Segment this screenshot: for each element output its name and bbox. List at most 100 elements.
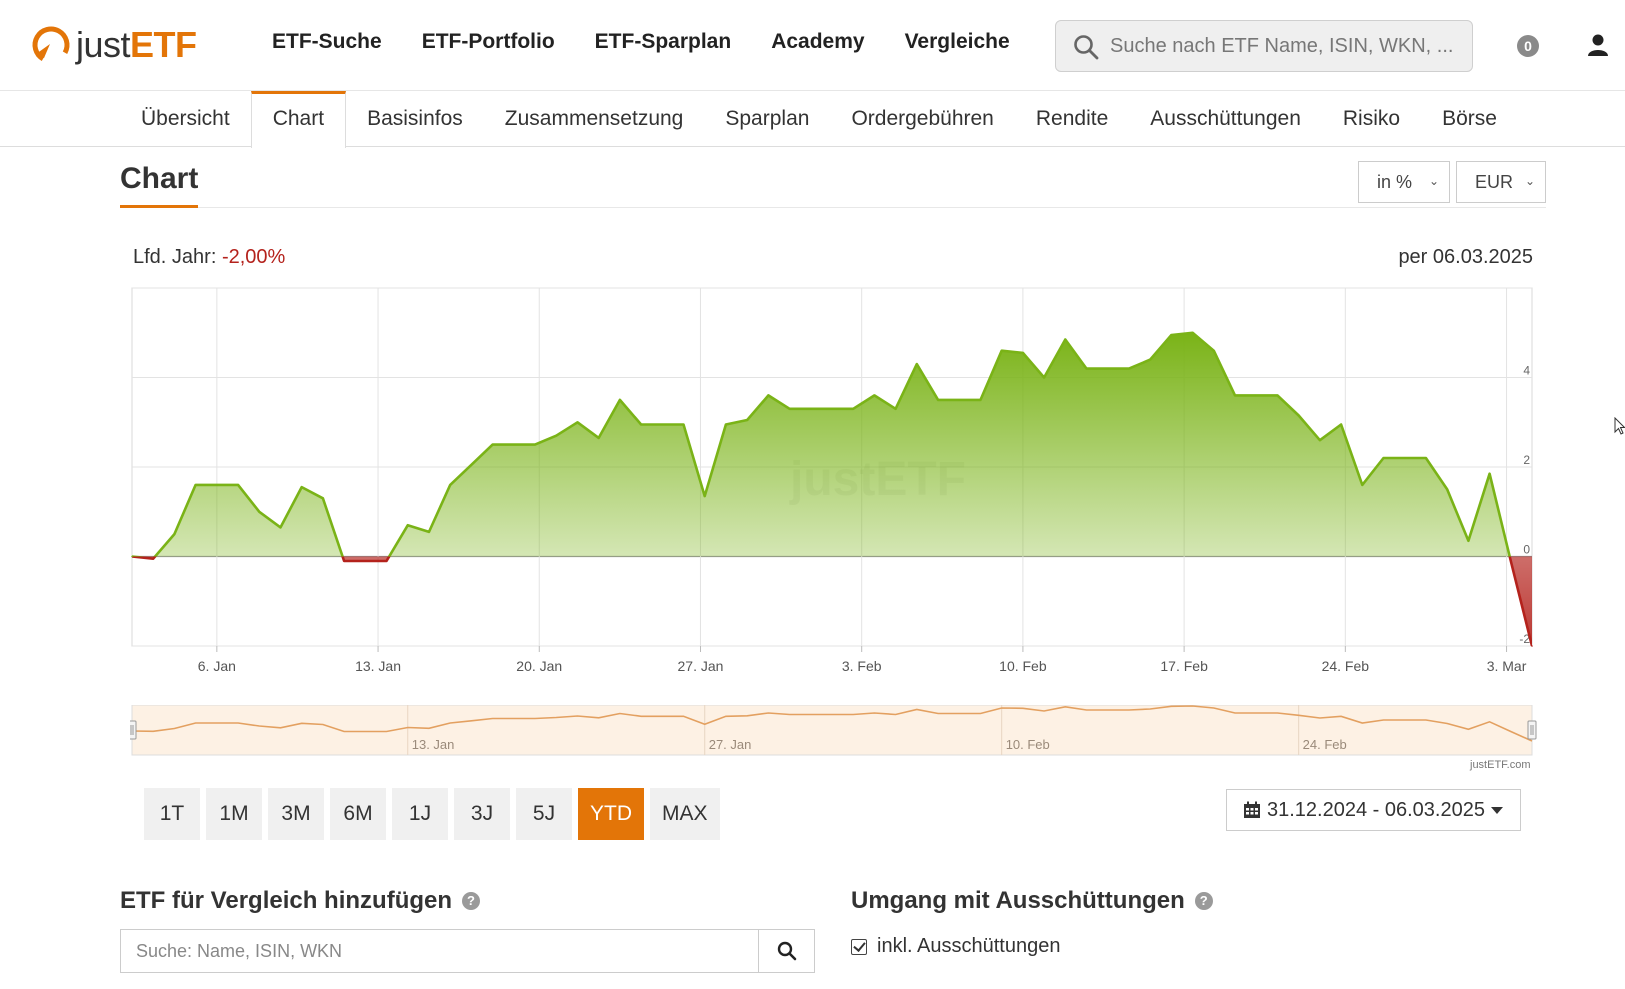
etf-subnav: Übersicht Chart Basisinfos Zusammensetzu… <box>0 91 1625 148</box>
data-point <box>322 497 324 500</box>
data-point <box>1255 394 1258 397</box>
nav-vergleiche[interactable]: Vergleiche <box>905 30 1010 54</box>
data-point <box>725 423 727 426</box>
help-icon[interactable]: ? <box>462 892 481 910</box>
ytd-value: -2,00% <box>221 246 286 268</box>
currency-select[interactable]: EUR ⌄ <box>1456 161 1546 203</box>
date-range-value: 31.12.2024 - 06.03.2025 <box>1267 798 1485 821</box>
chart-navigator[interactable]: 13. Jan 27. Jan 10. Feb 24. Feb <box>130 705 1540 760</box>
y-tick-label: 0 <box>1523 543 1530 557</box>
compare-search-button[interactable] <box>759 930 814 972</box>
tab-risiko[interactable]: Risiko <box>1322 91 1421 147</box>
period-6m-button[interactable]: 6M <box>330 788 386 840</box>
data-point <box>152 557 155 560</box>
data-point <box>661 423 664 426</box>
tab-basisinfos[interactable]: Basisinfos <box>346 91 484 147</box>
compare-title-text: ETF für Vergleich hinzufügen <box>120 887 453 914</box>
period-1m-button[interactable]: 1M <box>206 788 262 840</box>
tab-chart[interactable]: Chart <box>250 91 347 148</box>
data-point <box>809 408 812 410</box>
navigator-label: 24. Feb <box>1303 737 1347 752</box>
data-point <box>703 495 706 497</box>
nav-etf-suche[interactable]: ETF-Suche <box>272 30 382 54</box>
chart-section-title: Chart <box>120 162 199 195</box>
data-point <box>194 484 197 486</box>
period-1j-button[interactable]: 1J <box>392 788 448 840</box>
data-point <box>1340 423 1342 426</box>
data-point <box>1509 560 1512 562</box>
data-point <box>1446 488 1448 491</box>
data-point <box>1022 352 1024 354</box>
data-point <box>513 443 515 446</box>
tab-boerse[interactable]: Börse <box>1421 91 1518 147</box>
search-icon[interactable] <box>1072 33 1100 61</box>
chevron-down-icon: ⌄ <box>1428 174 1439 188</box>
tab-uebersicht[interactable]: Übersicht <box>120 91 251 147</box>
watchlist-count-badge[interactable]: 0 <box>1517 35 1539 57</box>
compare-section-title: ETF für Vergleich hinzufügen ? <box>120 887 481 915</box>
data-point <box>1170 334 1173 336</box>
data-point <box>1064 338 1067 341</box>
distributions-section-title: Umgang mit Ausschüttungen ? <box>851 887 1213 915</box>
period-3j-button[interactable]: 3J <box>454 788 510 840</box>
data-point <box>1361 484 1364 486</box>
data-point <box>1319 439 1321 441</box>
tab-zusammensetzung[interactable]: Zusammensetzung <box>484 91 705 147</box>
logo-text-etf: ETF <box>130 24 197 65</box>
include-distributions-label: inkl. Ausschüttungen <box>877 935 1061 957</box>
tab-rendite[interactable]: Rendite <box>1015 91 1129 147</box>
data-point <box>1106 367 1109 370</box>
top-header: justETF ETF-Suche ETF-Portfolio ETF-Spar… <box>0 0 1625 91</box>
data-point <box>894 408 897 410</box>
help-icon[interactable]: ? <box>1194 892 1213 910</box>
tab-ausschuettungen[interactable]: Ausschüttungen <box>1129 91 1322 147</box>
x-tick-label: 13. Jan <box>355 658 401 674</box>
period-1t-button[interactable]: 1T <box>144 788 200 840</box>
data-point <box>958 399 961 401</box>
x-tick-label: 3. Feb <box>842 658 882 674</box>
nav-etf-portfolio[interactable]: ETF-Portfolio <box>422 30 555 54</box>
unit-select[interactable]: in % ⌄ <box>1358 161 1450 203</box>
y-tick-label: 4 <box>1523 364 1530 378</box>
navigator-label: 27. Jan <box>709 737 752 752</box>
nav-academy[interactable]: Academy <box>771 30 864 54</box>
tab-sparplan[interactable]: Sparplan <box>704 91 830 147</box>
data-point <box>619 399 621 401</box>
data-point <box>385 560 388 562</box>
period-5j-button[interactable]: 5J <box>516 788 572 840</box>
nav-etf-sparplan[interactable]: ETF-Sparplan <box>595 30 732 54</box>
data-point <box>746 419 748 421</box>
data-point <box>449 484 451 486</box>
y-tick-label: 2 <box>1523 453 1530 467</box>
data-point <box>534 443 536 446</box>
data-point <box>131 555 133 558</box>
global-search-input[interactable] <box>1110 21 1460 71</box>
x-tick-label: 17. Feb <box>1160 658 1208 674</box>
user-icon[interactable] <box>1587 33 1609 57</box>
chart-credit: justETF.com <box>1470 759 1531 771</box>
period-max-button[interactable]: MAX <box>650 788 720 840</box>
justetf-logo[interactable]: justETF <box>30 22 197 68</box>
data-point <box>1213 349 1215 352</box>
data-point <box>1531 645 1533 647</box>
period-ytd-button[interactable]: YTD <box>578 788 644 840</box>
x-tick-label: 27. Jan <box>678 658 724 674</box>
period-3m-button[interactable]: 3M <box>268 788 324 840</box>
data-point <box>1297 414 1300 417</box>
date-range-picker[interactable]: 31.12.2024 - 06.03.2025 <box>1226 789 1521 831</box>
data-point <box>300 486 303 488</box>
performance-chart[interactable]: 6. Jan 13. Jan 20. Jan 27. Jan 3. Feb 10. Feb… <box>0 280 1625 680</box>
search-icon <box>777 941 796 961</box>
include-distributions-option[interactable]: inkl. Ausschüttungen <box>851 935 1060 958</box>
include-distributions-checkbox[interactable] <box>851 938 867 955</box>
x-tick-label: 10. Feb <box>999 658 1047 674</box>
compare-search <box>120 929 815 973</box>
data-point <box>1467 540 1470 542</box>
compare-search-input[interactable] <box>121 930 759 972</box>
as-of-date: per 06.03.2025 <box>1398 246 1533 268</box>
data-point <box>831 408 833 410</box>
data-point <box>873 394 876 397</box>
data-point <box>1043 376 1045 379</box>
tab-ordergebuehren[interactable]: Ordergebühren <box>830 91 1014 147</box>
data-point <box>1149 358 1151 361</box>
